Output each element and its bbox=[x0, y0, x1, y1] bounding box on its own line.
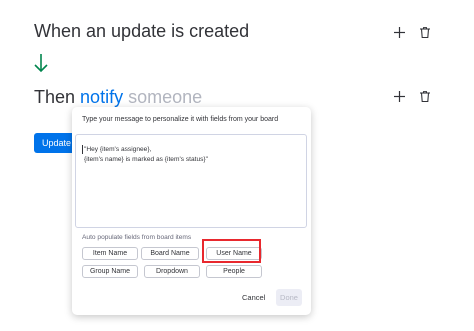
field-chip-item-name[interactable]: Item Name bbox=[82, 247, 138, 260]
field-chip-board-name[interactable]: Board Name bbox=[141, 247, 199, 260]
message-line: {item's name} is marked as {item's statu… bbox=[84, 156, 208, 163]
message-line: "Hey {item's assignee}, bbox=[84, 146, 152, 153]
trash-icon[interactable] bbox=[418, 89, 432, 103]
update-button[interactable]: Update bbox=[34, 133, 76, 153]
text-caret bbox=[82, 145, 83, 154]
field-chip-group-name[interactable]: Group Name bbox=[82, 265, 138, 278]
cancel-button[interactable]: Cancel bbox=[242, 293, 265, 302]
plus-icon[interactable] bbox=[392, 89, 406, 103]
field-chip-people[interactable]: People bbox=[206, 265, 262, 278]
highlight-box bbox=[202, 239, 261, 263]
field-chip-dropdown[interactable]: Dropdown bbox=[144, 265, 200, 278]
notify-link[interactable]: notify bbox=[80, 87, 123, 107]
plus-icon[interactable] bbox=[392, 25, 406, 39]
action-sentence: Then notify someone bbox=[34, 87, 202, 108]
done-button[interactable]: Done bbox=[276, 289, 302, 306]
trash-icon[interactable] bbox=[418, 25, 432, 39]
popup-header: Type your message to personalize it with… bbox=[82, 116, 279, 123]
message-popup: Type your message to personalize it with… bbox=[72, 107, 311, 315]
action-prefix: Then bbox=[34, 87, 76, 107]
message-textarea[interactable]: "Hey {item's assignee}, {item's name} is… bbox=[75, 134, 307, 228]
auto-populate-label: Auto populate fields from board items bbox=[82, 234, 192, 241]
someone-link[interactable]: someone bbox=[128, 87, 202, 107]
arrow-down-icon bbox=[34, 54, 48, 73]
trigger-title: When an update is created bbox=[34, 21, 250, 41]
